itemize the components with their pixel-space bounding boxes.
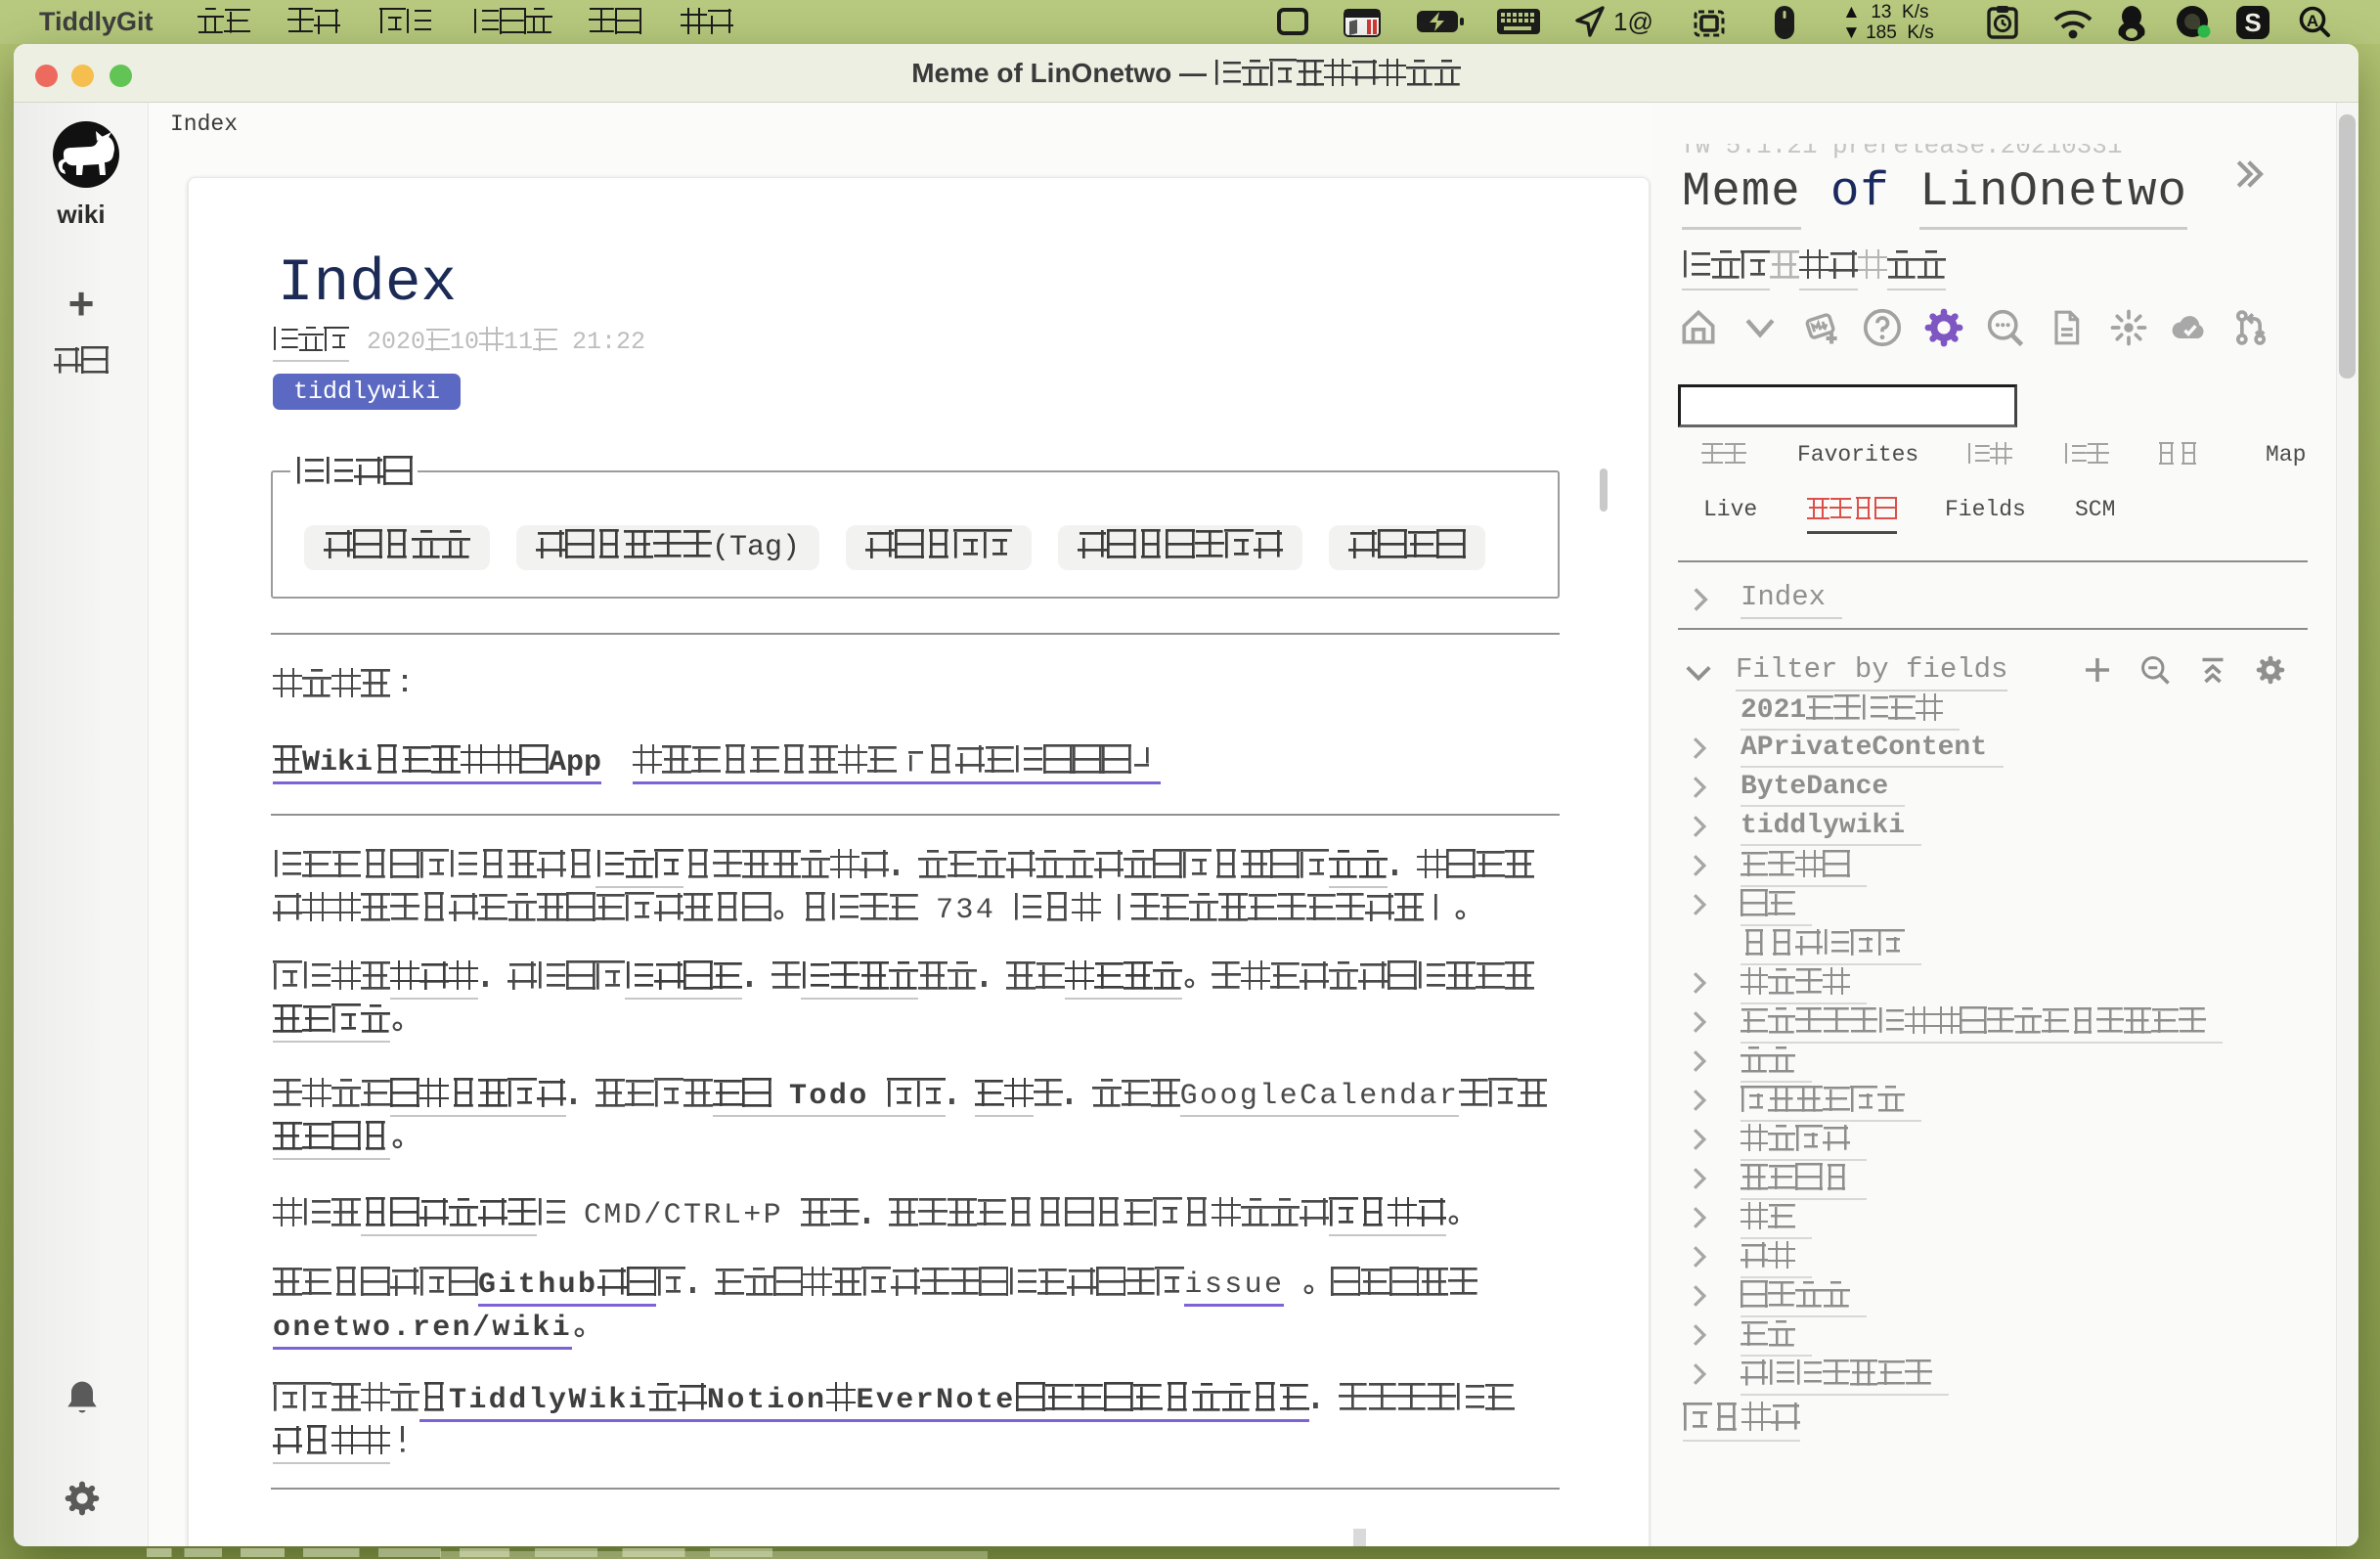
svg-text:S: S — [2244, 8, 2261, 37]
svg-text:A: A — [2307, 12, 2318, 30]
